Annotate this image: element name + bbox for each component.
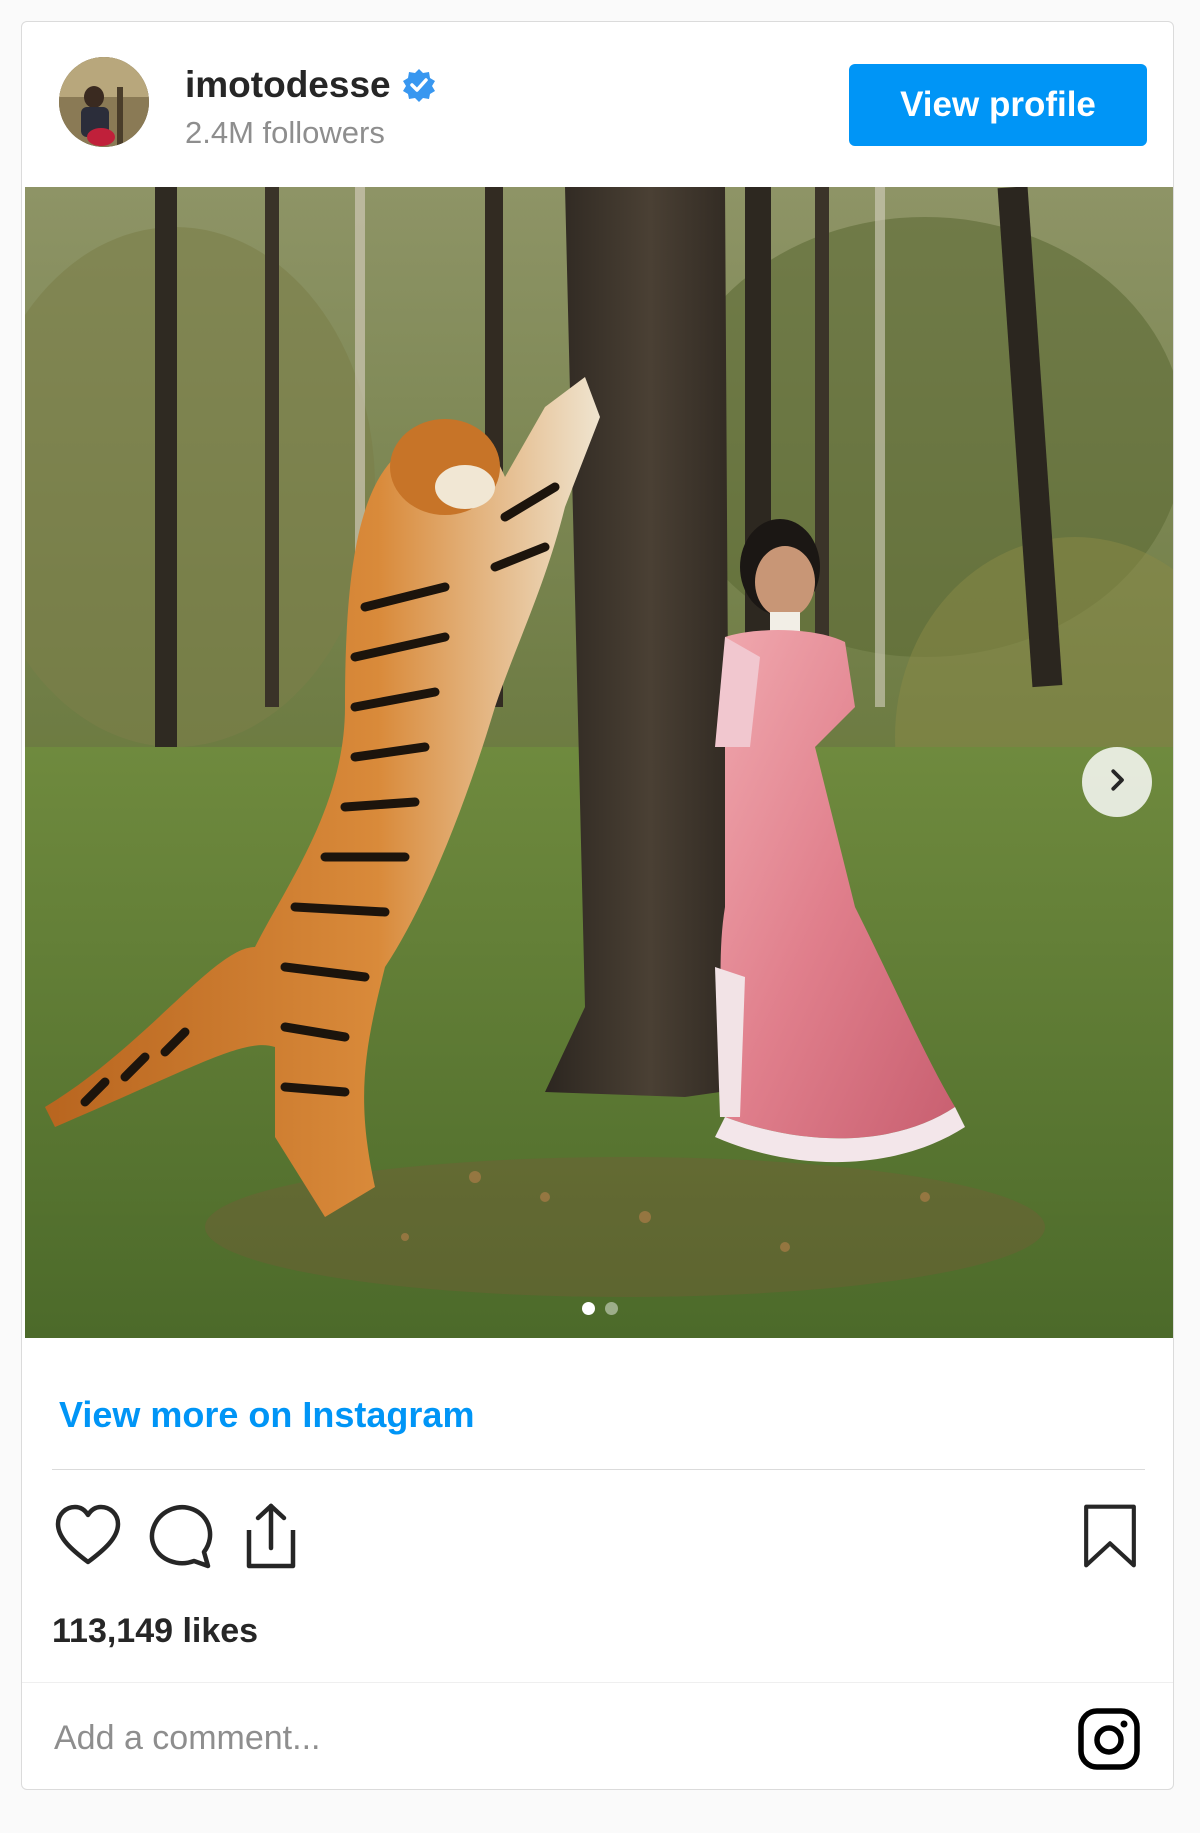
next-photo-button[interactable] bbox=[1082, 747, 1152, 817]
username[interactable]: imotodesse bbox=[185, 64, 391, 106]
chevron-right-icon bbox=[1102, 765, 1132, 800]
followers-count: 2.4M followers bbox=[185, 115, 385, 150]
post-photo bbox=[25, 187, 1173, 1338]
instagram-embed-card: imotodesse 2.4M followers View profile V… bbox=[21, 21, 1174, 1790]
bookmark-icon[interactable] bbox=[1077, 1500, 1143, 1577]
avatar[interactable] bbox=[59, 57, 149, 147]
carousel-indicator bbox=[25, 1302, 1173, 1315]
instagram-logo-icon[interactable] bbox=[1077, 1707, 1141, 1776]
post-header: imotodesse 2.4M followers View profile bbox=[22, 22, 1173, 187]
post-media-carousel[interactable] bbox=[25, 187, 1173, 1338]
comment-row bbox=[22, 1683, 1173, 1789]
post-actions-bar bbox=[52, 1500, 1147, 1580]
view-profile-button[interactable]: View profile bbox=[849, 64, 1147, 146]
verified-badge-icon bbox=[401, 67, 437, 103]
avatar-image bbox=[59, 57, 149, 147]
username-row: imotodesse bbox=[185, 64, 437, 106]
heart-icon[interactable] bbox=[52, 1500, 124, 1577]
carousel-dot-active bbox=[581, 1302, 595, 1315]
comment-icon[interactable] bbox=[144, 1500, 216, 1577]
divider bbox=[52, 1469, 1145, 1470]
comment-input[interactable] bbox=[52, 1705, 956, 1771]
carousel-dot bbox=[604, 1302, 618, 1315]
likes-count: 113,149 likes bbox=[52, 1612, 259, 1650]
view-more-link[interactable]: View more on Instagram bbox=[59, 1394, 474, 1436]
share-icon[interactable] bbox=[235, 1500, 307, 1577]
